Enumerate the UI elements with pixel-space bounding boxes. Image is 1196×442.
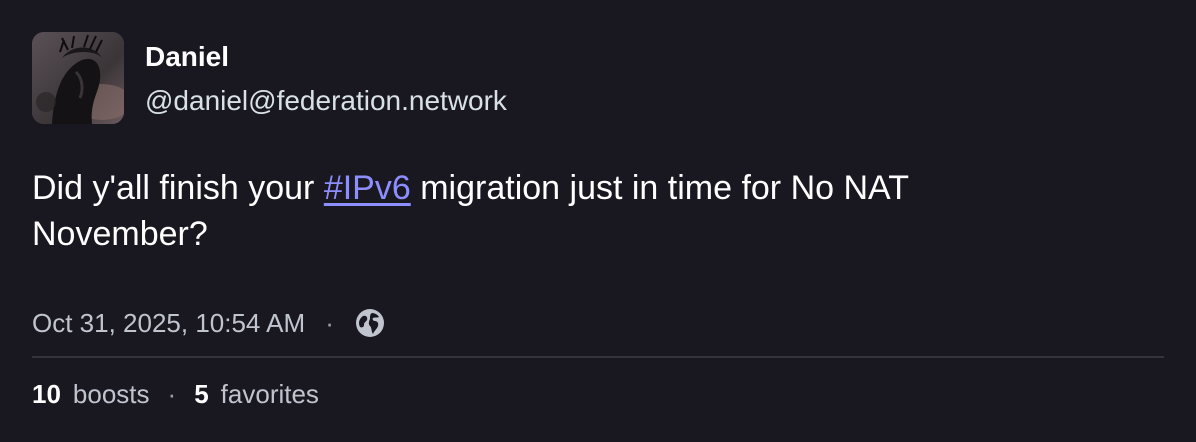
status-meta: Oct 31, 2025, 10:54 AM · [32,305,1164,341]
favorites-count[interactable]: 5 [194,379,208,410]
status-counts: 10 boosts · 5 favorites [32,376,1164,412]
author-display-name[interactable]: Daniel [145,40,507,74]
post-text-before: Did y'all finish your [32,169,324,207]
meta-separator: · [325,307,334,338]
avatar-portrait-icon [32,32,124,124]
status-header: Daniel @daniel@federation.network [32,32,1164,124]
meta-divider [32,356,1164,358]
post-timestamp[interactable]: Oct 31, 2025, 10:54 AM [32,308,305,339]
hashtag-link[interactable]: #IPv6 [324,169,411,207]
author-names: Daniel @daniel@federation.network [145,32,507,118]
globe-icon [354,307,386,339]
favorites-label[interactable]: favorites [221,379,319,410]
boosts-count[interactable]: 10 [32,379,61,410]
status-card: Daniel @daniel@federation.network Did y'… [0,0,1196,442]
counts-separator: · [167,378,177,409]
status-content: Did y'all finish your #IPv6 migration ju… [32,165,1072,257]
author-handle[interactable]: @daniel@federation.network [145,84,507,118]
avatar[interactable] [32,32,124,124]
boosts-label[interactable]: boosts [73,379,150,410]
